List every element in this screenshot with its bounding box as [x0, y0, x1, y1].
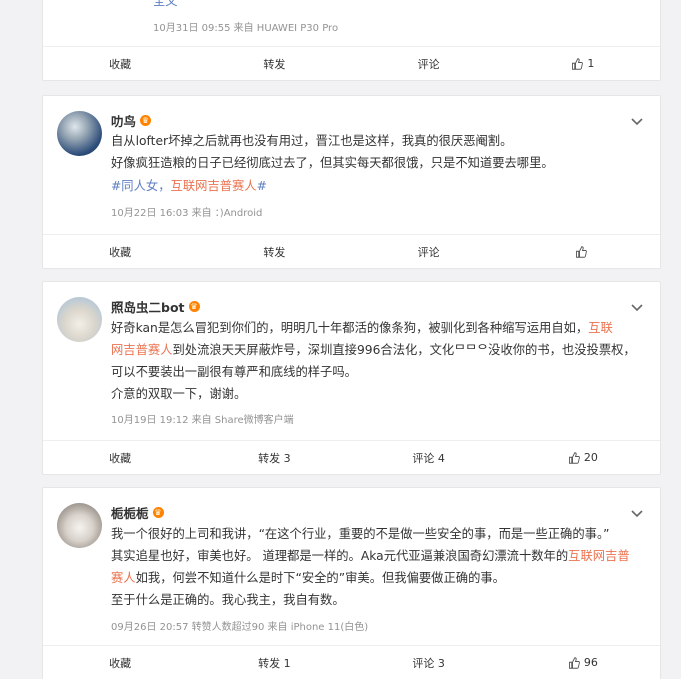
favorite-label: 收藏: [109, 656, 132, 670]
like-button[interactable]: [506, 235, 660, 268]
topic-tag-link[interactable]: #同人女: [111, 179, 158, 193]
post-actions: 收藏 转发 1 评论 3 96: [43, 645, 660, 679]
comment-label: 评论: [417, 57, 440, 71]
tag-separator: ，: [158, 179, 171, 193]
expand-full-text-link[interactable]: 全文^: [153, 0, 188, 11]
comment-button[interactable]: 评论 4: [352, 441, 506, 474]
post-actions: 收藏 转发 评论 1: [43, 46, 660, 80]
post-text-segment: 到处流浪天天屏蔽炸号，深圳直接996合法化，文化ᄆᄆᄋ没收你的书，也没投票权，: [172, 343, 636, 357]
post-text-line: 好奇kan是怎么冒犯到你们的，明明几十年都活的像条狗，被驯化到各种缩写运用自如，…: [111, 318, 613, 338]
like-button[interactable]: 96: [506, 646, 660, 679]
thumbs-up-icon: [572, 57, 584, 70]
topic-link[interactable]: 互联网吉普: [568, 549, 630, 563]
post-meta: 09月26日 20:57 转赞人数超过90 来自 iPhone 11(白色): [111, 622, 369, 633]
thumbs-up-icon: [568, 451, 580, 464]
like-count: 96: [583, 656, 598, 669]
topic-link[interactable]: 互联: [588, 321, 613, 335]
repost-button[interactable]: 转发 3: [197, 441, 351, 474]
vip-crown-icon: ♛: [188, 301, 200, 312]
repost-label: 转发 1: [258, 656, 291, 670]
post-text-line: 其实追星也好，审美也好。 道理都是一样的。Aka元代亚逼兼浪国奇幻漂流十数年的互…: [111, 546, 630, 566]
post-text-line: 好像疯狂造粮的日子已经彻底过去了，但其实每天都很饿，只是不知道要去哪里。: [111, 156, 554, 170]
chevron-down-icon[interactable]: [630, 300, 644, 314]
thumbs-up-icon: [575, 245, 587, 258]
post-text-line: 我一个很好的上司和我讲，“在这个行业，重要的不是做一些安全的事，而是一些正确的事…: [111, 527, 610, 541]
post-meta: 10月22日 16:03 来自 ：)Android: [111, 208, 263, 219]
repost-button[interactable]: 转发: [197, 47, 351, 80]
comment-button[interactable]: 评论: [352, 47, 506, 80]
thumbs-up-icon: [568, 656, 580, 669]
repost-label: 转发 3: [258, 451, 291, 465]
chevron-down-icon[interactable]: [630, 114, 644, 128]
repost-button[interactable]: 转发: [197, 235, 351, 268]
favorite-button[interactable]: 收藏: [43, 235, 197, 268]
favorite-label: 收藏: [109, 245, 132, 259]
favorite-label: 收藏: [109, 57, 132, 71]
username-link[interactable]: 照岛虫二bot ♛: [111, 297, 200, 316]
like-button[interactable]: 1: [506, 47, 660, 80]
username-link[interactable]: 栀栀栀 ♛: [111, 503, 164, 522]
post-card: 叻鸟 ♛ 自从lofter坏掉之后就再也没有用过，晋江也是这样，我真的很厌恶阉割…: [42, 95, 661, 269]
avatar[interactable]: [57, 503, 102, 548]
avatar[interactable]: [57, 111, 102, 156]
post-actions: 收藏 转发 3 评论 4 20: [43, 440, 660, 474]
post-meta: 10月19日 19:12 来自 Share微博客户端: [111, 415, 294, 426]
favorite-label: 收藏: [109, 451, 132, 465]
favorite-button[interactable]: 收藏: [43, 646, 197, 679]
post-tags: #同人女，互联网吉普赛人#: [111, 176, 267, 196]
post-text-line: 赛人如我，何尝不知道什么是时下“安全的”审美。但我偏要做正确的事。: [111, 568, 505, 588]
repost-label: 转发: [263, 57, 286, 71]
post-text-line: 可以不要装出一副很有尊严和底线的样子吗。: [111, 365, 357, 379]
post-text-line: 自从lofter坏掉之后就再也没有用过，晋江也是这样，我真的很厌恶阉割。: [111, 134, 513, 148]
post-text-line: 介意的双取一下，谢谢。: [111, 387, 247, 401]
comment-label: 评论 3: [412, 656, 445, 670]
post-card: 栀栀栀 ♛ 我一个很好的上司和我讲，“在这个行业，重要的不是做一些安全的事，而是…: [42, 487, 661, 679]
post-card: 全文^ 10月31日 09:55 来自 HUAWEI P30 Pro 收藏 转发…: [42, 0, 661, 81]
post-meta: 10月31日 09:55 来自 HUAWEI P30 Pro: [153, 23, 339, 34]
repost-label: 转发: [263, 245, 286, 259]
username: 照岛虫二bot: [111, 300, 185, 315]
post-text-segment: 好奇kan是怎么冒犯到你们的，明明几十年都活的像条狗，被驯化到各种缩写运用自如，: [111, 321, 589, 335]
comment-button[interactable]: 评论: [352, 235, 506, 268]
post-text-line: 网吉普赛人到处流浪天天屏蔽炸号，深圳直接996合法化，文化ᄆᄆᄋ没收你的书，也没…: [111, 340, 636, 360]
favorite-button[interactable]: 收藏: [43, 47, 197, 80]
post-text-segment: 其实追星也好，审美也好。 道理都是一样的。Aka元代亚逼兼浪国奇幻漂流十数年的: [111, 549, 569, 563]
username: 叻鸟: [111, 114, 137, 129]
comment-button[interactable]: 评论 3: [352, 646, 506, 679]
username-link[interactable]: 叻鸟 ♛: [111, 111, 152, 130]
post-text-line: 至于什么是正确的。我心我主，我自有数。: [111, 593, 345, 607]
vip-crown-icon: ♛: [152, 507, 164, 518]
vip-crown-icon: ♛: [140, 115, 152, 126]
topic-link[interactable]: 赛人: [111, 571, 136, 585]
comment-label: 评论 4: [412, 451, 445, 465]
like-count: 20: [583, 451, 598, 464]
like-button[interactable]: 20: [506, 441, 660, 474]
topic-link[interactable]: 网吉普赛人: [111, 343, 173, 357]
post-actions: 收藏 转发 评论: [43, 234, 660, 268]
tag-hash: #: [256, 179, 267, 193]
post-text-segment: 如我，何尝不知道什么是时下“安全的”审美。但我偏要做正确的事。: [135, 571, 505, 585]
username: 栀栀栀: [111, 506, 149, 521]
like-count: 1: [587, 57, 595, 70]
favorite-button[interactable]: 收藏: [43, 441, 197, 474]
avatar[interactable]: [57, 297, 102, 342]
topic-tag-link[interactable]: 互联网吉普赛人: [171, 179, 257, 193]
comment-label: 评论: [417, 245, 440, 259]
post-card: 照岛虫二bot ♛ 好奇kan是怎么冒犯到你们的，明明几十年都活的像条狗，被驯化…: [42, 281, 661, 475]
repost-button[interactable]: 转发 1: [197, 646, 351, 679]
chevron-down-icon[interactable]: [630, 506, 644, 520]
